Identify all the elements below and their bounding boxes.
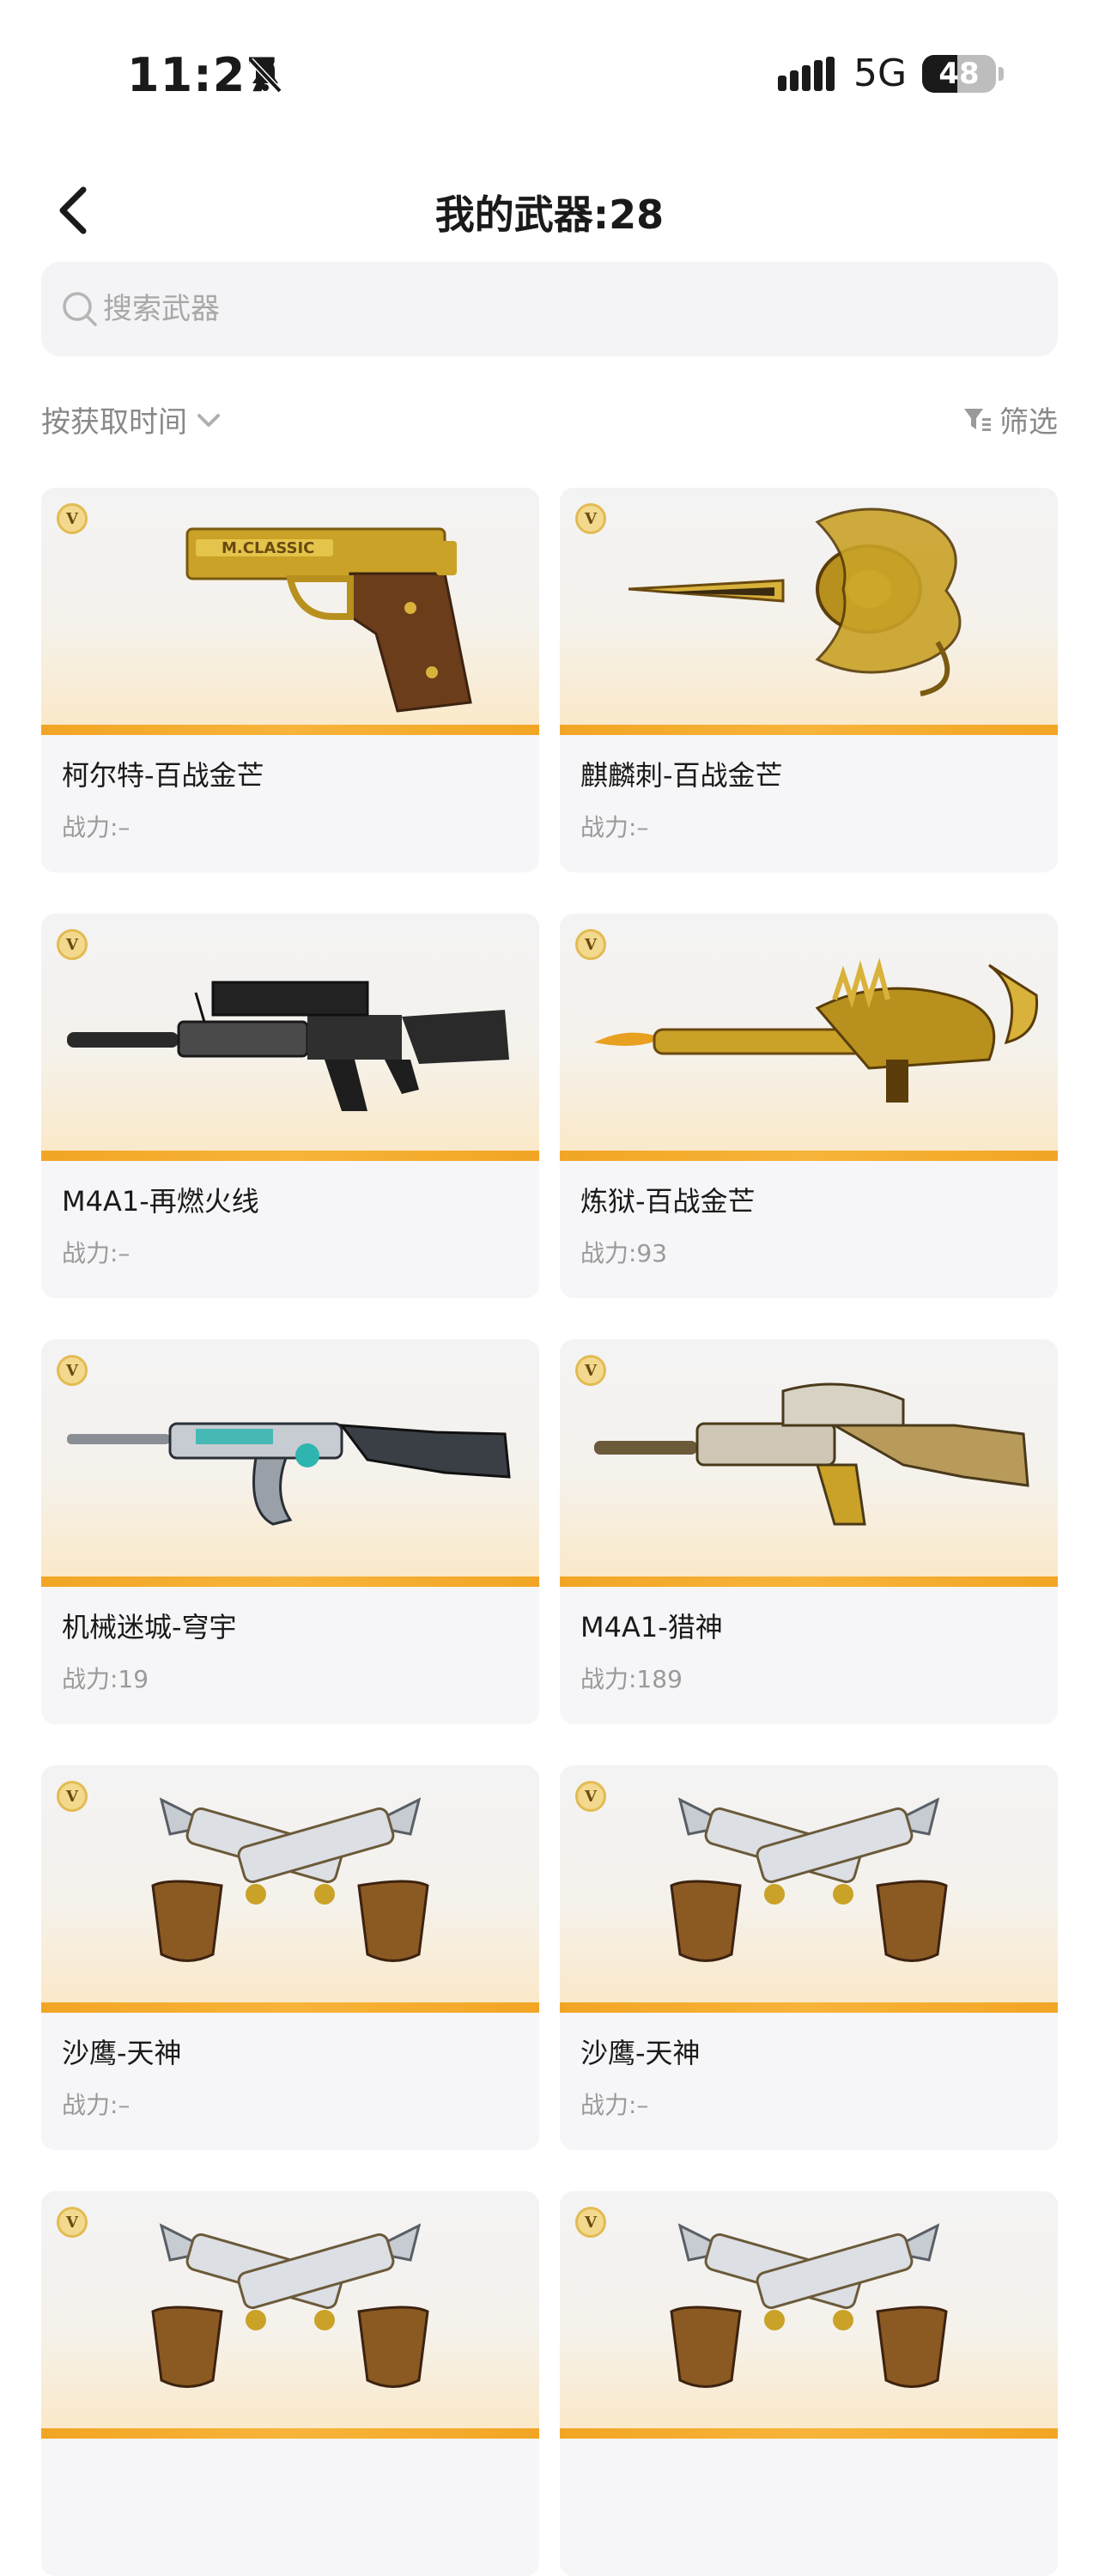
weapon-name: 沙鹰-天神 — [580, 2037, 701, 2069]
weapon-card[interactable]: V — [41, 2191, 539, 2576]
weapon-art — [151, 1797, 429, 1962]
weapon-image: V — [41, 2191, 539, 2439]
bell-muted-icon — [248, 58, 282, 94]
search-icon — [63, 292, 97, 326]
vip-badge-icon: V — [575, 503, 606, 534]
svg-text:M.CLASSIC: M.CLASSIC — [222, 539, 314, 557]
weapon-card[interactable]: V 沙鹰-天神战力:– — [41, 1765, 539, 2150]
weapon-art — [628, 507, 962, 696]
battery-percent: 48 — [938, 57, 980, 91]
weapon-card[interactable]: V 沙鹰-天神战力:– — [560, 1765, 1058, 2150]
weapon-card[interactable]: V — [560, 2191, 1058, 2576]
battery-icon: 48 — [922, 55, 996, 93]
weapon-art — [67, 981, 509, 1111]
weapon-image: M.CLASSIC V — [41, 488, 539, 735]
battery-tip — [999, 67, 1004, 81]
sort-label: 按获取时间 — [41, 405, 187, 440]
weapon-power: 战力:189 — [580, 1665, 683, 1693]
weapon-image: V — [560, 2191, 1058, 2439]
chevron-down-icon — [197, 413, 220, 427]
vip-badge-icon: V — [575, 1355, 606, 1386]
cellular-signal-icon — [778, 57, 835, 91]
weapon-art — [594, 957, 1039, 1103]
vip-badge-icon: V — [57, 2207, 88, 2238]
weapon-power: 战力:– — [62, 2091, 131, 2119]
weapon-image: V — [41, 1765, 539, 2013]
weapon-power: 战力:93 — [580, 1239, 668, 1267]
weapon-art — [670, 1797, 948, 1962]
vip-badge-icon: V — [575, 2207, 606, 2238]
weapon-card[interactable]: V 麒麟刺-百战金芒战力:– — [560, 488, 1058, 872]
weapon-image: V — [560, 1340, 1058, 1587]
weapon-card[interactable]: M.CLASSIC V 柯尔特-百战金芒战力:– — [41, 488, 539, 872]
weapon-art — [151, 2223, 429, 2388]
weapon-name: 柯尔特-百战金芒 — [62, 759, 264, 792]
weapon-power: 战力:– — [62, 1239, 131, 1267]
filter-label: 筛选 — [999, 405, 1058, 440]
weapon-art — [67, 1422, 511, 1526]
weapon-art — [594, 1382, 1029, 1526]
weapon-name: 炼狱-百战金芒 — [580, 1185, 756, 1218]
weapon-power: 战力:– — [62, 813, 131, 841]
weapon-card[interactable]: V M4A1-再燃火线战力:– — [41, 914, 539, 1298]
status-bar: 11:27 5G 48 — [0, 0, 1099, 146]
network-type: 5G — [853, 52, 908, 95]
weapon-card[interactable]: V 炼狱-百战金芒战力:93 — [560, 914, 1058, 1298]
weapon-name: M4A1-猎神 — [580, 1611, 723, 1643]
vip-badge-icon: V — [57, 1781, 88, 1812]
weapon-image: V — [41, 914, 539, 1161]
weapon-name: 沙鹰-天神 — [62, 2037, 182, 2069]
weapon-image: V — [560, 914, 1058, 1161]
vip-badge-icon: V — [57, 1355, 88, 1386]
search-bar[interactable] — [41, 262, 1058, 356]
weapon-power: 战力:– — [580, 813, 649, 841]
weapon-image: V — [41, 1340, 539, 1587]
weapon-art — [670, 2223, 948, 2388]
vip-badge-icon: V — [57, 929, 88, 960]
weapon-name: M4A1-再燃火线 — [62, 1185, 259, 1218]
filter-button[interactable]: 筛选 — [962, 398, 1058, 440]
page-title: 我的武器:28 — [434, 191, 665, 238]
weapon-art: M.CLASSIC — [185, 527, 472, 713]
sort-dropdown[interactable]: 按获取时间 — [41, 398, 223, 440]
search-input[interactable] — [103, 262, 1030, 356]
weapon-power: 战力:– — [580, 2091, 649, 2119]
filter-icon — [964, 408, 991, 431]
nav-bar: 我的武器:28 — [0, 163, 1099, 258]
vip-badge-icon: V — [575, 929, 606, 960]
weapon-image: V — [560, 1765, 1058, 2013]
weapon-name: 机械迷城-穹宇 — [62, 1611, 237, 1643]
weapon-card[interactable]: V M4A1-猎神战力:189 — [560, 1340, 1058, 1724]
weapon-power: 战力:19 — [62, 1665, 149, 1693]
vip-badge-icon: V — [575, 1781, 606, 1812]
weapon-image: V — [560, 488, 1058, 735]
weapon-name: 麒麟刺-百战金芒 — [580, 759, 783, 792]
weapon-card[interactable]: V 机械迷城-穹宇战力:19 — [41, 1340, 539, 1724]
vip-badge-icon: V — [57, 503, 88, 534]
